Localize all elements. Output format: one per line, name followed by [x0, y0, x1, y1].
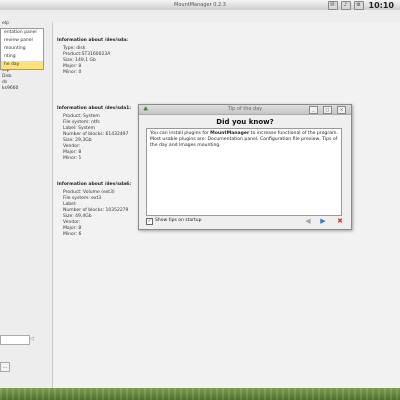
minimize-button[interactable]: _ — [309, 106, 318, 114]
show-tips-label: Show tips on startup — [155, 218, 202, 223]
device-item[interactable]: ks9660 — [0, 86, 52, 92]
tip-text-app-name: MountManager — [210, 131, 250, 136]
left-small-button[interactable]: … — [0, 362, 10, 372]
taskbar-texture — [0, 388, 400, 400]
plugins-menu: entation panel review panel mounting nti… — [0, 28, 44, 70]
info-line: Minor: 1 — [63, 156, 82, 161]
dialog-title: Tip of the day — [227, 106, 263, 112]
dialog-titlebar[interactable]: ♣ Tip of the day _ □ × — [139, 105, 351, 115]
info-sda6: Information about /dev/sda6: Product: Vo… — [57, 182, 131, 238]
tip-text-start: You can install plugins for — [150, 131, 211, 136]
tip-text: You can install plugins for MountManager… — [146, 128, 342, 216]
menu-item-mounting[interactable]: nting — [1, 53, 43, 61]
previous-tip-button[interactable]: ◀ — [304, 217, 312, 225]
info-sda1-title: Information about /dev/sda1: — [57, 106, 132, 111]
menu-item-preview-panel[interactable]: review panel — [1, 37, 43, 45]
info-sda: Information about /dev/sda: Type: disk P… — [57, 38, 128, 76]
close-window-button[interactable]: × — [337, 106, 346, 114]
taskbar — [0, 388, 400, 400]
maximize-button[interactable]: □ — [323, 106, 332, 114]
left-panel-button[interactable]: ◁ — [30, 336, 38, 343]
system-tray: ✉ ♪ ⚙ 10:10 — [327, 0, 396, 10]
menu-help[interactable]: elp — [2, 21, 9, 26]
show-tips-checkbox[interactable]: ✓ — [146, 218, 153, 225]
device-list: ssp Disk ds ks9660 — [0, 68, 52, 92]
next-tip-button[interactable]: ▶ — [319, 217, 327, 225]
speaker-icon[interactable]: ♪ — [340, 0, 351, 10]
menu-item-images-mounting[interactable]: mounting — [1, 45, 43, 53]
left-input-field[interactable] — [0, 335, 30, 345]
mail-icon[interactable]: ✉ — [327, 0, 338, 10]
info-line: Minor: 0 — [63, 70, 82, 75]
info-line: Minor: 6 — [63, 232, 82, 237]
menu-item-tip-of-the-day[interactable]: he day — [1, 61, 43, 69]
info-sda1: Information about /dev/sda1: Product: Sy… — [57, 106, 131, 162]
info-sda-title: Information about /dev/sda: — [57, 38, 128, 43]
tip-of-the-day-dialog: ♣ Tip of the day _ □ × Did you know? You… — [138, 104, 352, 230]
close-dialog-button[interactable]: ✖ — [336, 217, 344, 225]
tip-heading: Did you know? — [216, 118, 274, 126]
clock[interactable]: 10:10 — [369, 1, 394, 10]
info-sda6-title: Information about /dev/sda6: — [57, 182, 132, 187]
menu-item-documentation-panel[interactable]: entation panel — [1, 29, 43, 37]
dialog-footer: ✓ Show tips on startup ◀ ▶ ✖ — [146, 217, 346, 227]
settings-icon[interactable]: ⚙ — [353, 0, 364, 10]
